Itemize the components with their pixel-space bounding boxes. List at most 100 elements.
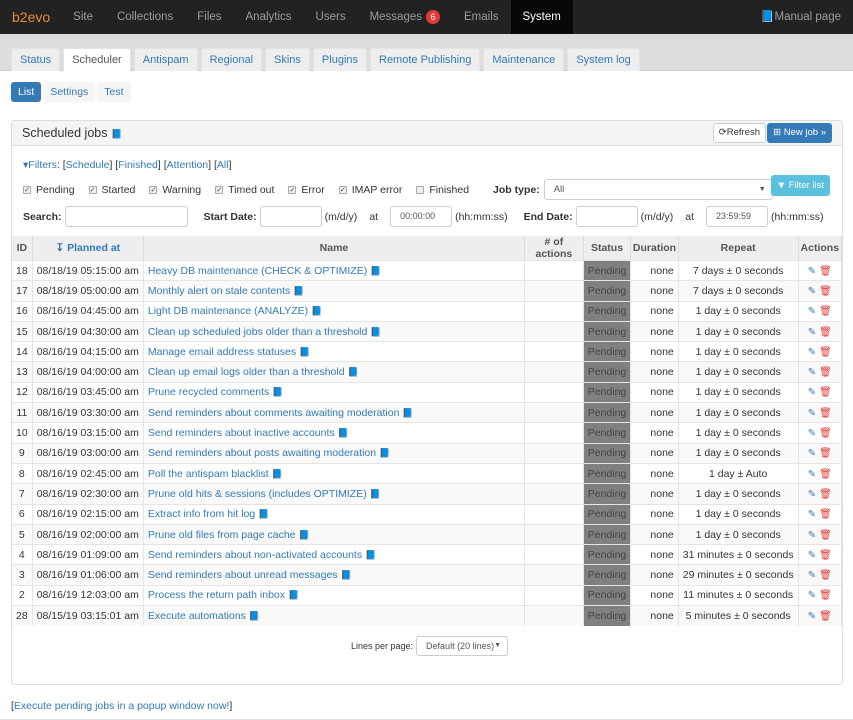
delete-icon[interactable]: 🗑 — [819, 530, 832, 541]
nav-users[interactable]: Users — [304, 0, 358, 34]
subtab-test[interactable]: Test — [97, 82, 131, 102]
refresh-button[interactable]: ⟳Refresh — [712, 123, 766, 143]
job-name-link[interactable]: Prune recycled comments — [148, 386, 269, 398]
edit-icon[interactable]: ✎ — [808, 570, 816, 581]
check-pending[interactable]: ✓ Pending — [23, 184, 75, 196]
tab-status[interactable]: Status — [11, 48, 61, 71]
edit-icon[interactable]: ✎ — [808, 489, 816, 500]
col-actions-count[interactable]: # of actions — [524, 236, 584, 261]
job-name-link[interactable]: Extract info from hit log — [148, 508, 255, 520]
end-time-input[interactable]: 23:59:59 — [706, 206, 769, 227]
col-duration[interactable]: Duration — [630, 236, 679, 261]
edit-icon[interactable]: ✎ — [808, 306, 816, 317]
book-icon[interactable]: 📘 — [299, 347, 310, 357]
job-name-link[interactable]: Process the return path inbox — [148, 589, 285, 601]
checkbox-started[interactable]: ✓ — [88, 185, 97, 194]
end-date-input[interactable] — [575, 206, 638, 227]
subtab-settings[interactable]: Settings — [43, 82, 96, 102]
delete-icon[interactable]: 🗑 — [819, 408, 832, 419]
book-icon[interactable]: 📘 — [341, 570, 352, 580]
job-name-link[interactable]: Execute automations — [148, 610, 246, 622]
edit-icon[interactable]: ✎ — [808, 286, 816, 297]
delete-icon[interactable]: 🗑 — [819, 266, 832, 277]
book-icon[interactable]: 📘 — [299, 530, 310, 540]
job-name-link[interactable]: Send reminders about inactive accounts — [148, 427, 335, 439]
delete-icon[interactable]: 🗑 — [819, 347, 832, 358]
edit-icon[interactable]: ✎ — [808, 428, 816, 439]
delete-icon[interactable]: 🗑 — [819, 570, 832, 581]
delete-icon[interactable]: 🗑 — [819, 509, 832, 520]
tab-regional[interactable]: Regional — [200, 48, 263, 71]
book-icon[interactable]: 📘 — [272, 469, 283, 479]
book-icon[interactable]: 📘 — [249, 611, 260, 621]
check-timed-out[interactable]: ✓ Timed out — [215, 184, 274, 196]
book-icon[interactable]: 📘 — [379, 448, 390, 458]
filters-toggle[interactable]: ▾Filters — [23, 159, 57, 171]
execute-pending-jobs-link[interactable]: Execute pending jobs in a popup window n… — [14, 700, 229, 712]
job-name-link[interactable]: Send reminders about comments awaiting m… — [148, 407, 400, 419]
edit-icon[interactable]: ✎ — [808, 387, 816, 398]
book-icon[interactable]: 📘 — [370, 266, 381, 276]
check-finished[interactable]: Finished — [416, 184, 469, 196]
delete-icon[interactable]: 🗑 — [819, 428, 832, 439]
filter-preset-attention[interactable]: Attention — [167, 159, 208, 171]
edit-icon[interactable]: ✎ — [808, 448, 816, 459]
tab-scheduler[interactable]: Scheduler — [63, 48, 131, 72]
book-icon[interactable]: 📘 — [272, 387, 283, 397]
col-name[interactable]: Name — [143, 236, 526, 261]
start-date-input[interactable] — [259, 206, 322, 227]
edit-icon[interactable]: ✎ — [808, 408, 816, 419]
book-icon[interactable]: 📘 — [348, 367, 359, 377]
col-id[interactable]: ID — [12, 236, 33, 261]
book-icon[interactable]: 📘 — [338, 428, 349, 438]
checkbox-timed-out[interactable]: ✓ — [215, 185, 224, 194]
subtab-list[interactable]: List — [11, 82, 42, 102]
job-name-link[interactable]: Clean up email logs older than a thresho… — [148, 366, 345, 378]
job-name-link[interactable]: Light DB maintenance (ANALYZE) — [148, 305, 308, 317]
delete-icon[interactable]: 🗑 — [819, 387, 832, 398]
tab-skins[interactable]: Skins — [265, 48, 310, 71]
job-name-link[interactable]: Heavy DB maintenance (CHECK & OPTIMIZE) — [148, 265, 367, 277]
edit-icon[interactable]: ✎ — [808, 611, 816, 622]
job-name-link[interactable]: Send reminders about non-activated accou… — [148, 549, 362, 561]
job-name-link[interactable]: Monthly alert on stale contents — [148, 285, 290, 297]
delete-icon[interactable]: 🗑 — [819, 611, 832, 622]
edit-icon[interactable]: ✎ — [808, 266, 816, 277]
job-name-link[interactable]: Send reminders about posts awaiting mode… — [148, 447, 376, 459]
nav-collections[interactable]: Collections — [105, 0, 185, 34]
book-icon[interactable]: 📘 — [365, 550, 376, 560]
checkbox-error[interactable]: ✓ — [288, 185, 297, 194]
tab-antispam[interactable]: Antispam — [133, 48, 198, 71]
delete-icon[interactable]: 🗑 — [819, 286, 832, 297]
filter-preset-all[interactable]: All — [217, 159, 229, 171]
edit-icon[interactable]: ✎ — [808, 469, 816, 480]
tab-maintenance[interactable]: Maintenance — [483, 48, 565, 71]
search-input[interactable] — [64, 206, 188, 227]
tab-remote-publishing[interactable]: Remote Publishing — [370, 48, 481, 71]
tab-plugins[interactable]: Plugins — [312, 48, 367, 71]
filter-list-button[interactable]: ▼ Filter list — [770, 175, 830, 196]
edit-icon[interactable]: ✎ — [808, 530, 816, 541]
delete-icon[interactable]: 🗑 — [819, 367, 832, 378]
edit-icon[interactable]: ✎ — [808, 327, 816, 338]
nav-system[interactable]: System — [510, 0, 573, 34]
nav-files[interactable]: Files — [185, 0, 233, 34]
edit-icon[interactable]: ✎ — [808, 590, 816, 601]
filter-preset-schedule[interactable]: Schedule — [66, 159, 110, 171]
job-name-link[interactable]: Prune old files from page cache — [148, 529, 296, 541]
delete-icon[interactable]: 🗑 — [819, 550, 832, 561]
delete-icon[interactable]: 🗑 — [819, 448, 832, 459]
brand-logo[interactable]: b2evo — [0, 0, 61, 34]
nav-analytics[interactable]: Analytics — [234, 0, 304, 34]
check-started[interactable]: ✓ Started — [88, 184, 135, 196]
book-icon[interactable]: 📘 — [402, 408, 413, 418]
filter-preset-finished[interactable]: Finished — [118, 159, 158, 171]
book-icon[interactable]: 📘 — [111, 129, 122, 139]
col-repeat[interactable]: Repeat — [678, 236, 799, 261]
start-time-input[interactable]: 00:00:00 — [390, 206, 453, 227]
checkbox-imap-error[interactable]: ✓ — [338, 185, 347, 194]
check-error[interactable]: ✓ Error — [288, 184, 325, 196]
nav-messages[interactable]: Messages 6 — [358, 0, 452, 34]
job-name-link[interactable]: Manage email address statuses — [148, 346, 296, 358]
edit-icon[interactable]: ✎ — [808, 347, 816, 358]
